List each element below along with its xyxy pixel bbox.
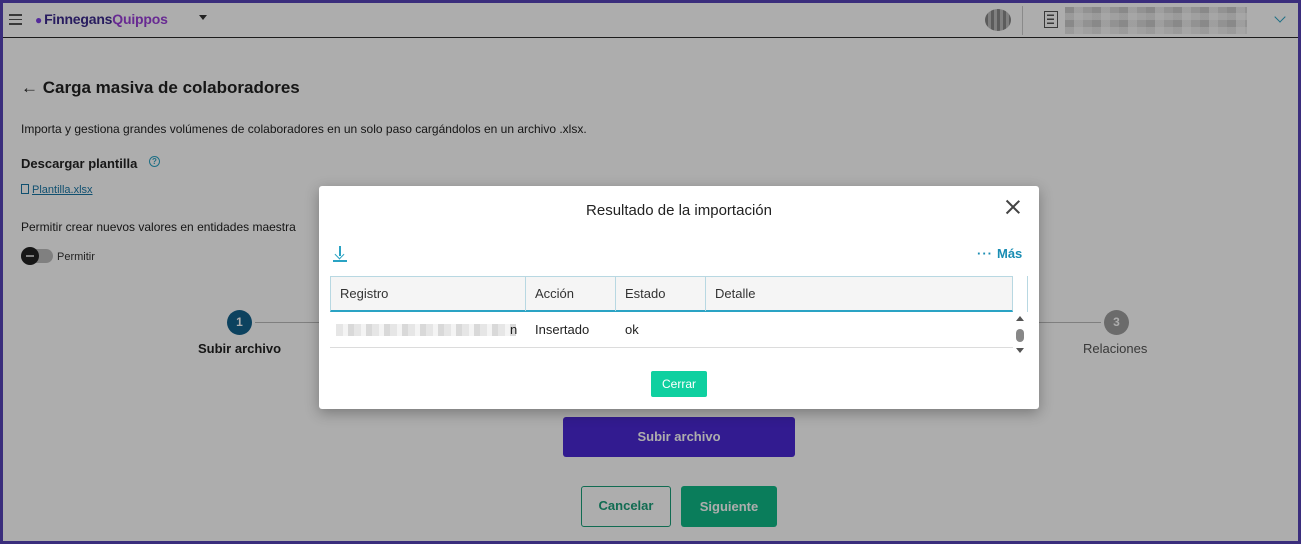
scrollbar-thumb[interactable] [1016,329,1024,342]
scroll-up-arrow-icon[interactable] [1016,316,1024,321]
table-row[interactable]: n Insertado ok [330,312,1013,348]
column-header-estado[interactable]: Estado [616,277,706,311]
column-header-accion[interactable]: Acción [526,277,616,311]
scroll-down-arrow-icon[interactable] [1016,348,1024,353]
close-button[interactable]: Cerrar [651,371,707,397]
cell-accion: Insertado [535,322,590,337]
column-header-detalle[interactable]: Detalle [706,277,1012,311]
ellipsis-icon: ··· [977,246,993,261]
close-icon[interactable] [1005,199,1021,215]
column-header-registro[interactable]: Registro [331,277,526,311]
import-result-dialog: Resultado de la importación ··· Más Regis… [319,186,1039,409]
more-options-button[interactable]: ··· Más [977,246,1022,261]
download-icon[interactable] [333,246,347,262]
results-table: Registro Acción Estado Detalle n Inserta… [330,276,1028,353]
app-frame: ● FinnegansQuippos ← Carga masiva de cola… [3,3,1298,541]
cell-detalle [705,312,1011,348]
cell-estado: ok [625,322,639,337]
table-header: Registro Acción Estado Detalle [330,276,1013,312]
cell-registro: n [330,312,525,348]
redacted-value [336,324,516,336]
dialog-title: Resultado de la importación [586,202,772,219]
header-divider [1027,276,1028,312]
